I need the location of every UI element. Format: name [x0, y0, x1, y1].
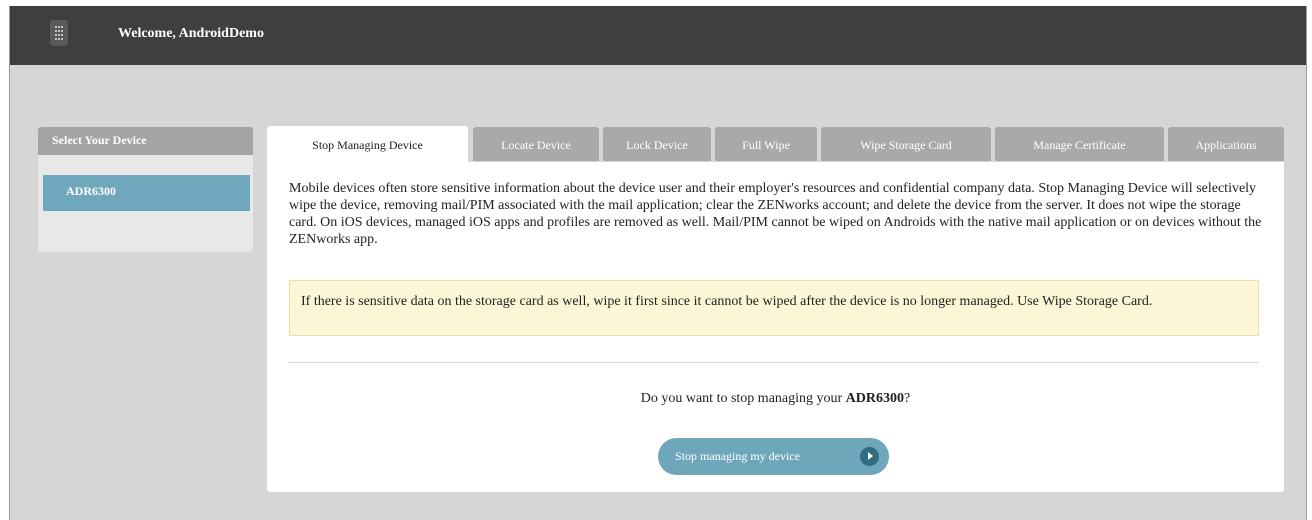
tab-locate-device[interactable]: Locate Device	[473, 127, 599, 161]
question-device-name: ADR6300	[845, 391, 905, 406]
warning-notice: If there is sensitive data on the storag…	[289, 280, 1259, 336]
welcome-text: Welcome, AndroidDemo	[118, 26, 264, 41]
question-prefix: Do you want to stop managing your	[640, 391, 846, 406]
stop-managing-panel: Mobile devices often store sensitive inf…	[267, 162, 1284, 492]
description-text: Mobile devices often store sensitive inf…	[289, 181, 1262, 247]
divider	[289, 362, 1259, 363]
tab-applications[interactable]: Applications	[1168, 127, 1284, 161]
sidebar-item-device[interactable]: ADR6300	[43, 175, 250, 211]
tab-stop-managing-device[interactable]: Stop Managing Device	[267, 126, 468, 162]
tab-lock-device[interactable]: Lock Device	[603, 127, 711, 161]
sidebar-heading: Select Your Device	[38, 127, 253, 155]
top-bar: Welcome, AndroidDemo	[10, 6, 1306, 65]
question-suffix: ?	[904, 391, 911, 406]
device-sidebar: Select Your Device ADR6300	[38, 127, 253, 252]
arrow-right-circle-icon	[860, 447, 879, 466]
stop-managing-button[interactable]: Stop managing my device	[658, 438, 889, 475]
app-frame: Welcome, AndroidDemo Select Your Device …	[9, 6, 1307, 520]
tab-manage-certificate[interactable]: Manage Certificate	[995, 127, 1164, 161]
tab-wipe-storage-card[interactable]: Wipe Storage Card	[821, 127, 991, 161]
action-tabs: Stop Managing Device Locate Device Lock …	[267, 126, 1284, 162]
confirm-question: Do you want to stop managing your ADR630…	[267, 391, 1284, 407]
building-icon	[50, 20, 68, 46]
tab-full-wipe[interactable]: Full Wipe	[715, 127, 817, 161]
stop-managing-button-label: Stop managing my device	[675, 449, 800, 463]
